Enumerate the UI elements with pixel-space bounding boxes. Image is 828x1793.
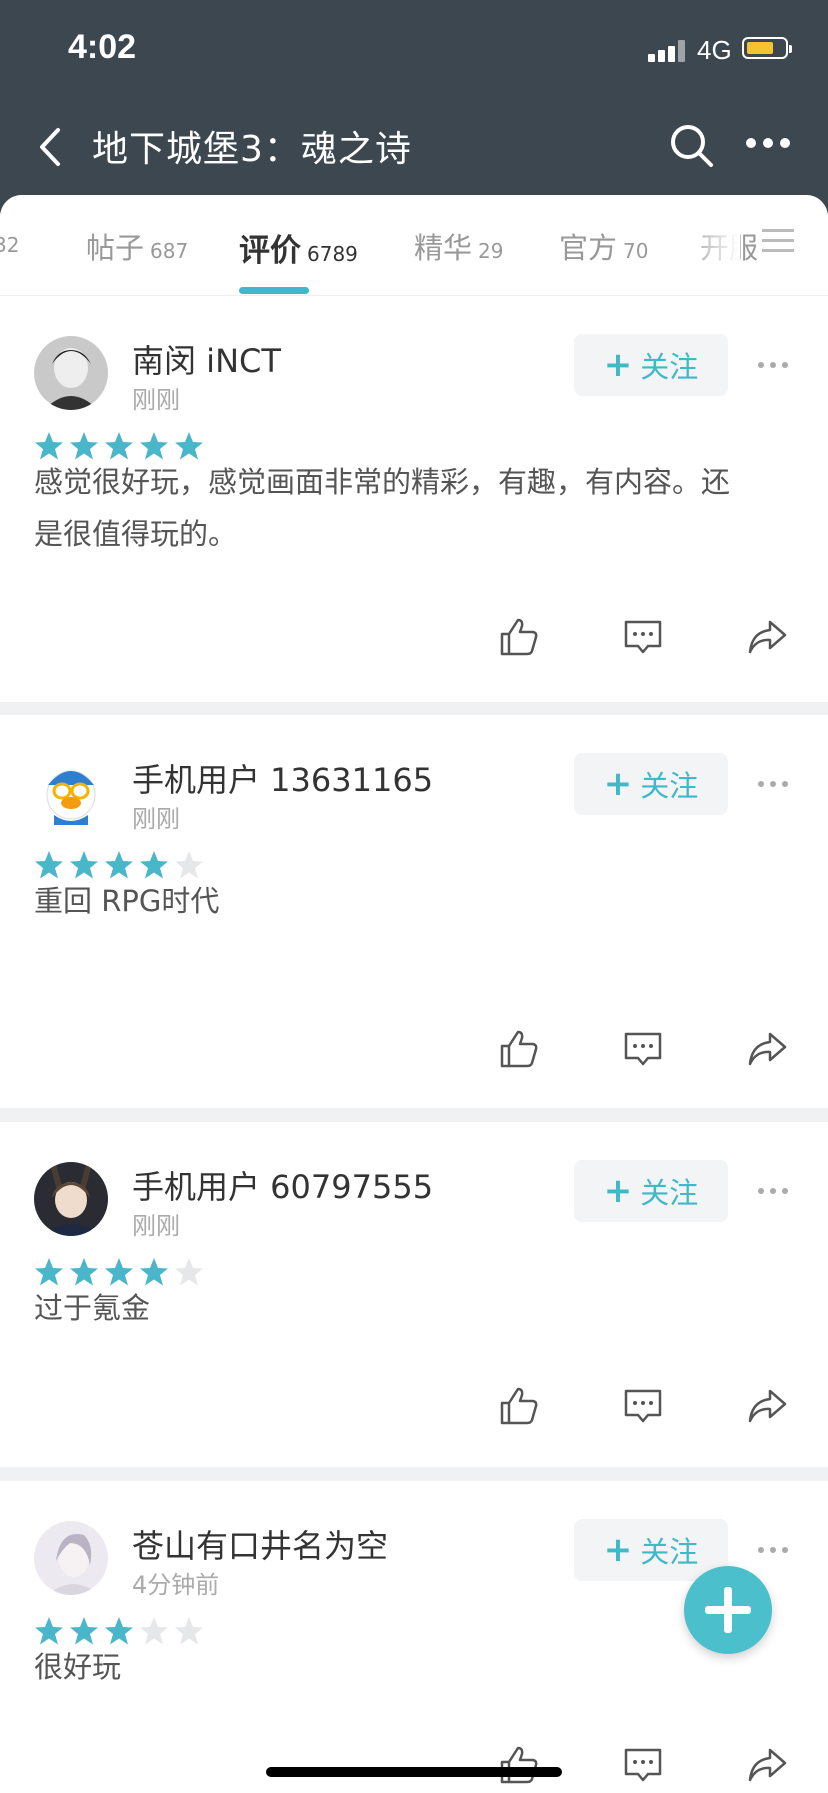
tab-count: 70 (623, 239, 649, 263)
battery-icon (742, 37, 792, 59)
follow-button[interactable]: + 关注 (574, 334, 728, 396)
follow-label: 关注 (640, 1176, 699, 1210)
tab-label: 官方 (559, 231, 618, 265)
review-card: 手机用户 13631165 刚刚 + 关注 重回 RPG时代 (0, 715, 828, 1108)
share-icon[interactable] (746, 616, 788, 658)
tab-posts[interactable]: 帖子 687 (86, 225, 188, 267)
like-icon[interactable] (498, 616, 540, 658)
comment-icon[interactable] (622, 616, 664, 658)
tab-bar: 32 帖子687 评价6789 精华29 官方70 开服 (0, 195, 828, 296)
add-review-button[interactable] (684, 1566, 772, 1654)
plus-icon: + (603, 1171, 633, 1211)
tab-featured[interactable]: 精华 29 (414, 225, 503, 267)
tab-indicator (239, 287, 309, 294)
share-icon[interactable] (746, 1385, 788, 1427)
plus-icon: + (603, 345, 633, 385)
tab-count: 687 (150, 239, 189, 263)
avatar[interactable] (34, 1162, 108, 1236)
review-text: 感觉很好玩，感觉画面非常的精彩，有趣，有内容。还是很值得玩的。 (34, 465, 731, 551)
like-icon[interactable] (498, 1385, 540, 1427)
share-icon[interactable] (746, 1744, 788, 1786)
page-title: 地下城堡3：魂之诗 (92, 129, 412, 170)
like-icon[interactable] (498, 1028, 540, 1070)
follow-label: 关注 (640, 350, 699, 384)
comment-icon[interactable] (622, 1385, 664, 1427)
review-card: 手机用户 60797555 刚刚 + 关注 过于氪金 (0, 1122, 828, 1467)
comment-icon[interactable] (622, 1744, 664, 1786)
tab-label: 帖子 (86, 231, 145, 265)
review-text: 过于氪金 (34, 1291, 151, 1325)
tab-label: 评价 (239, 233, 301, 269)
more-icon[interactable] (758, 1188, 790, 1196)
plus-icon: + (603, 764, 633, 804)
review-time: 4分钟前 (132, 1571, 220, 1599)
more-icon[interactable] (758, 781, 790, 789)
username[interactable]: 手机用户 13631165 (132, 755, 433, 801)
nav-bar: 地下城堡3：魂之诗 (0, 100, 828, 195)
back-icon[interactable] (34, 122, 74, 172)
review-time: 刚刚 (132, 1212, 180, 1240)
comment-icon[interactable] (622, 1028, 664, 1070)
follow-label: 关注 (640, 1535, 699, 1569)
more-icon[interactable] (746, 138, 790, 152)
status-bar: 4:02 4G (0, 0, 828, 100)
network-type: 4G (697, 35, 732, 65)
tab-count: 29 (478, 239, 504, 263)
follow-label: 关注 (640, 769, 699, 803)
username[interactable]: 手机用户 60797555 (132, 1162, 433, 1208)
share-icon[interactable] (746, 1028, 788, 1070)
avatar[interactable] (34, 755, 108, 829)
review-card: 南闵 iNCT 刚刚 + 关注 感觉很好玩，感觉画面非常的精彩，有趣，有内容。还是… (0, 296, 828, 702)
username[interactable]: 苍山有口井名为空 (132, 1521, 388, 1567)
username[interactable]: 南闵 iNCT (132, 336, 281, 382)
home-indicator (266, 1767, 562, 1777)
follow-button[interactable]: + 关注 (574, 1160, 728, 1222)
more-icon[interactable] (758, 1547, 790, 1555)
tab-fade (680, 195, 740, 295)
follow-button[interactable]: + 关注 (574, 753, 728, 815)
like-icon[interactable] (498, 1744, 540, 1786)
content-sheet: 32 帖子687 评价6789 精华29 官方70 开服 南闵 iNCT 刚刚 … (0, 195, 828, 1793)
signal-icon (648, 40, 688, 62)
more-icon[interactable] (758, 362, 790, 370)
review-time: 刚刚 (132, 805, 180, 833)
review-text: 很好玩 (34, 1650, 122, 1684)
search-icon[interactable] (668, 122, 716, 170)
review-time: 刚刚 (132, 386, 180, 414)
tab-reviews[interactable]: 评价 6789 (239, 225, 358, 270)
tab-official[interactable]: 官方 70 (559, 225, 648, 267)
avatar[interactable] (34, 1521, 108, 1595)
tab-list-icon[interactable] (762, 227, 794, 255)
avatar[interactable] (34, 336, 108, 410)
plus-icon: + (603, 1530, 633, 1570)
tab-partial[interactable]: 32 (0, 225, 19, 259)
status-time: 4:02 (68, 28, 137, 66)
review-text: 重回 RPG时代 (34, 884, 220, 918)
tab-count: 6789 (307, 242, 358, 266)
tab-label: 精华 (414, 231, 473, 265)
